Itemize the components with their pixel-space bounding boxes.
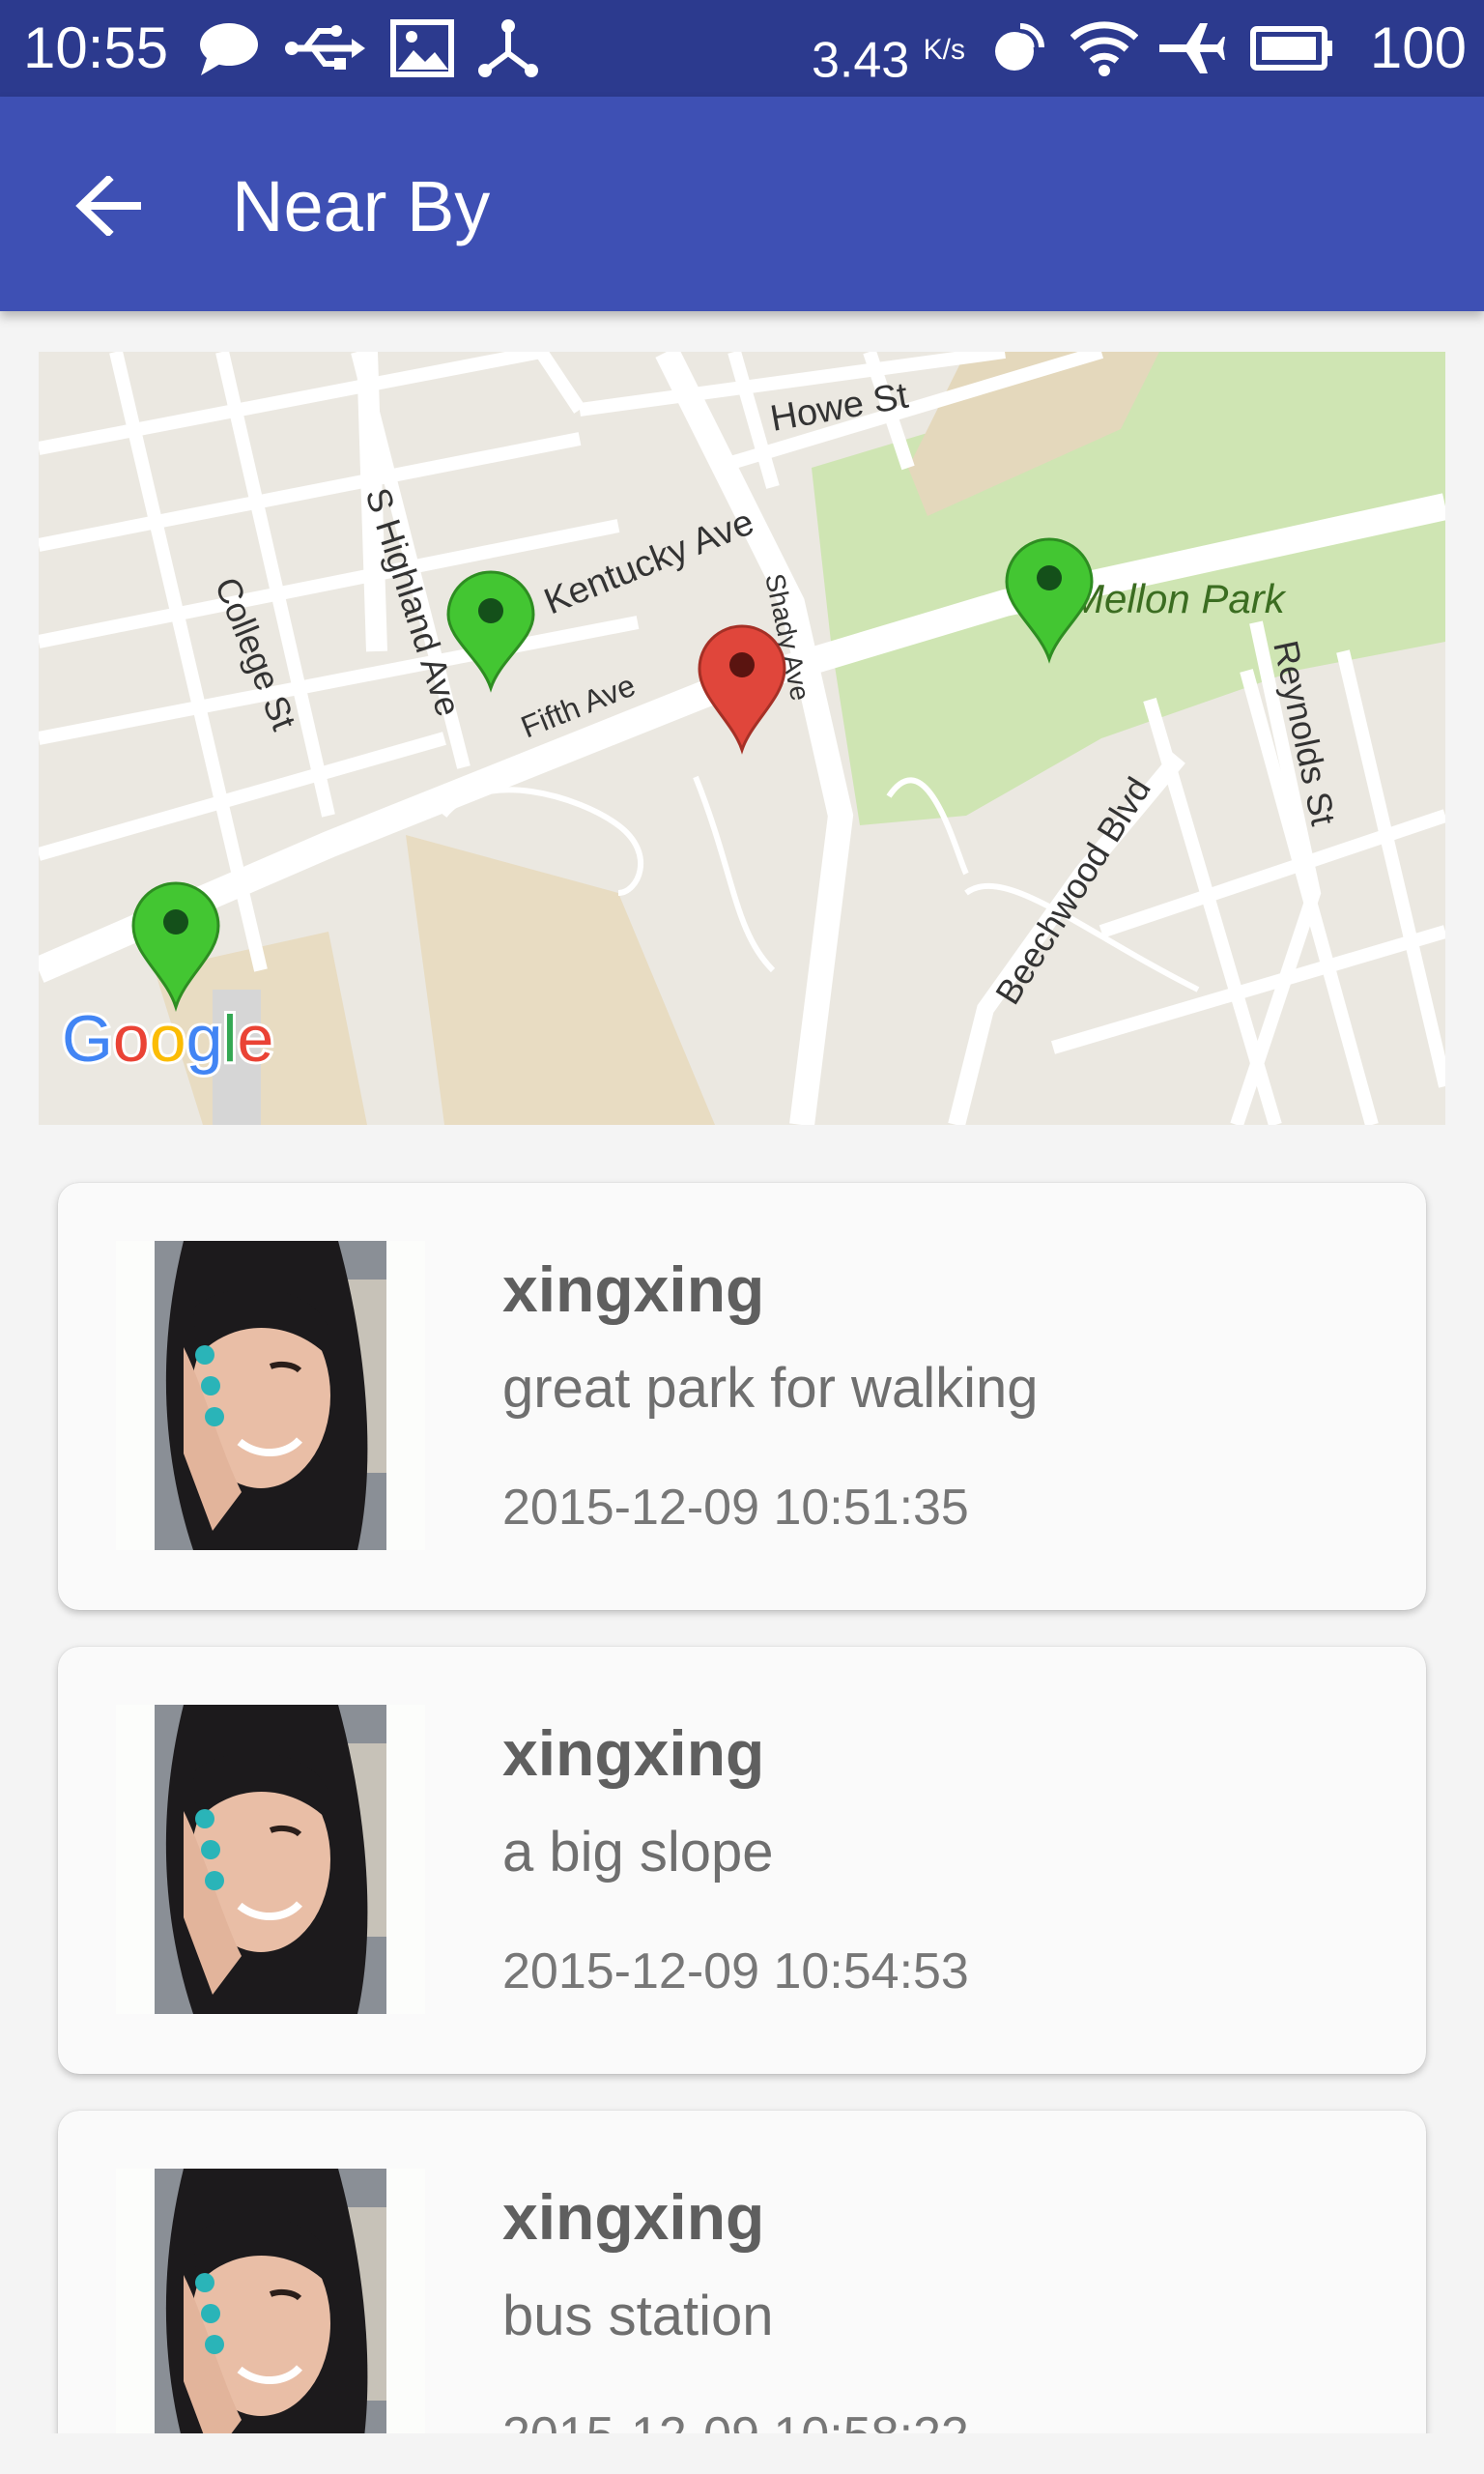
wifi-icon	[1070, 17, 1138, 79]
app-bar: Near By	[0, 97, 1484, 311]
data-speed: 3.43 K/s	[812, 21, 965, 89]
post-author: xingxing	[502, 1253, 765, 1325]
post-text: bus station	[502, 2285, 774, 2347]
airplane-icon	[1157, 17, 1225, 79]
post-author: xingxing	[502, 1717, 765, 1789]
map-marker-green[interactable]	[446, 570, 535, 693]
post-text: a big slope	[502, 1821, 774, 1884]
google-logo: Google	[62, 1002, 273, 1076]
post-time: 2015-12-09 10:58:22	[502, 2404, 969, 2433]
avatar	[116, 1705, 425, 2014]
post-list[interactable]: xingxing great park for walking 2015-12-…	[0, 1125, 1484, 2433]
street-label: Kentucky Ave	[539, 502, 760, 622]
map-marker-red[interactable]	[698, 624, 786, 755]
back-button[interactable]	[68, 164, 151, 247]
campus-area	[406, 835, 715, 1125]
post-text: great park for walking	[502, 1357, 1039, 1420]
arrow-left-icon	[75, 176, 141, 236]
avatar	[116, 2169, 425, 2433]
park-label: Mellon Park	[1070, 576, 1287, 621]
speed-unit: K/s	[923, 34, 966, 66]
image-icon	[390, 17, 454, 79]
beechwood-road	[948, 752, 1185, 1125]
post-card[interactable]: xingxing bus station 2015-12-09 10:58:22	[58, 2111, 1426, 2433]
usb-icon	[284, 17, 365, 79]
post-time: 2015-12-09 10:54:53	[502, 1943, 969, 1999]
battery-icon	[1250, 17, 1333, 79]
post-time: 2015-12-09 10:51:35	[502, 1480, 969, 1536]
page-title: Near By	[232, 166, 491, 246]
chat-icon	[197, 17, 261, 79]
post-author: xingxing	[502, 2181, 765, 2253]
speed-value: 3.43	[812, 32, 910, 89]
post-card[interactable]: xingxing a big slope 2015-12-09 10:54:53	[58, 1647, 1426, 2074]
avatar	[116, 1241, 425, 1550]
status-time: 10:55	[23, 15, 169, 80]
map-canvas: Howe St Kentucky Ave S Highland Ave Coll…	[39, 352, 1445, 1125]
battery-level: 100	[1369, 15, 1467, 80]
sync-icon	[987, 17, 1047, 79]
status-bar: 10:55 3.43 K/s 100	[0, 0, 1484, 97]
map-view[interactable]: Howe St Kentucky Ave S Highland Ave Coll…	[39, 352, 1445, 1125]
share-icon	[477, 17, 539, 79]
post-card[interactable]: xingxing great park for walking 2015-12-…	[58, 1183, 1426, 1610]
